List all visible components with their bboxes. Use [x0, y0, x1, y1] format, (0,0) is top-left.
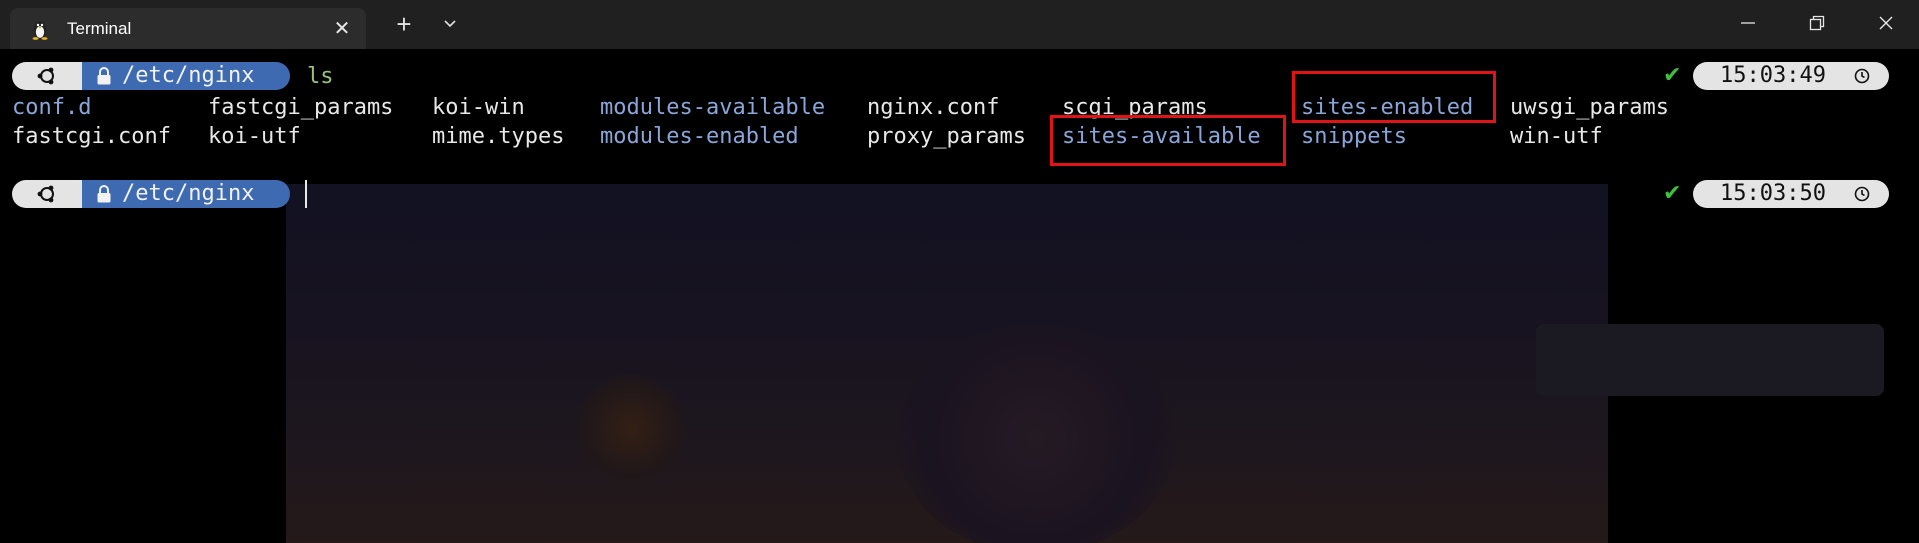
- terminal-tab[interactable]: Terminal ✕: [10, 8, 366, 49]
- new-tab-button[interactable]: +: [388, 8, 420, 40]
- path-segment: /etc/nginx: [82, 180, 290, 208]
- ls-entry: nginx.conf: [867, 95, 1000, 120]
- highlight-box-sites-available: [1050, 115, 1286, 166]
- ls-entry: conf.d: [12, 95, 92, 120]
- current-path: /etc/nginx: [122, 63, 255, 88]
- terminal-window: Terminal ✕ + /etc/nginx ls ✔ 15:03:49 co…: [0, 0, 1919, 543]
- ls-entry: koi-utf: [208, 124, 301, 149]
- clock-icon: [1854, 186, 1870, 202]
- success-check-icon: ✔: [1663, 181, 1682, 206]
- background-sun: [576, 374, 686, 484]
- path-segment: /etc/nginx: [82, 62, 290, 90]
- title-bar: Terminal ✕ +: [0, 0, 1919, 49]
- ls-entry: snippets: [1301, 124, 1407, 149]
- ls-entry: proxy_params: [867, 124, 1026, 149]
- ubuntu-icon: [37, 185, 54, 203]
- clock-icon: [1854, 68, 1870, 84]
- ls-entry: win-utf: [1510, 124, 1603, 149]
- os-segment: [12, 180, 82, 208]
- linux-tux-icon: [32, 21, 48, 40]
- terminal-viewport[interactable]: /etc/nginx ls ✔ 15:03:49 conf.d fastcgi_…: [0, 49, 1919, 543]
- ls-entry: fastcgi_params: [208, 95, 394, 120]
- background-panel: [1536, 324, 1884, 396]
- close-icon: [1879, 16, 1893, 30]
- command-text: ls: [307, 64, 334, 89]
- lock-icon: [97, 67, 111, 85]
- background-tree: [896, 324, 1176, 543]
- os-segment: [12, 62, 82, 90]
- time-segment: 15:03:50: [1693, 180, 1889, 208]
- text-cursor[interactable]: [305, 180, 307, 208]
- restore-button[interactable]: [1782, 0, 1852, 46]
- prompt-time: 15:03:49: [1720, 63, 1826, 88]
- tab-close-icon[interactable]: ✕: [329, 16, 355, 42]
- minimize-icon: [1741, 22, 1755, 24]
- prompt-time: 15:03:50: [1720, 181, 1826, 206]
- lock-icon: [97, 185, 111, 203]
- time-segment: 15:03:49: [1693, 62, 1889, 90]
- maximize-icon: [1809, 15, 1825, 31]
- ubuntu-icon: [37, 67, 54, 85]
- close-button[interactable]: [1851, 0, 1919, 46]
- ls-entry: modules-enabled: [600, 124, 799, 149]
- success-check-icon: ✔: [1663, 63, 1682, 88]
- ls-entry: fastcgi.conf: [12, 124, 171, 149]
- ls-entry: uwsgi_params: [1510, 95, 1669, 120]
- current-path: /etc/nginx: [122, 181, 255, 206]
- ls-entry: modules-available: [600, 95, 826, 120]
- ls-entry: mime.types: [432, 124, 565, 149]
- ls-entry: koi-win: [432, 95, 525, 120]
- tab-title: Terminal: [67, 19, 132, 38]
- highlight-box-sites-enabled: [1292, 71, 1496, 123]
- tab-dropdown-button[interactable]: [434, 8, 466, 40]
- chevron-down-icon: [444, 20, 456, 28]
- minimize-button[interactable]: [1713, 0, 1783, 46]
- background-image: [286, 184, 1884, 543]
